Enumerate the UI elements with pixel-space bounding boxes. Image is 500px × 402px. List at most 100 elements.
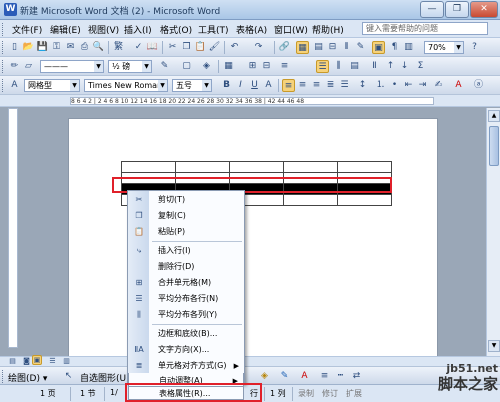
document-map-icon[interactable]: ▣ [372,41,385,54]
reading-mode-icon[interactable]: ▥ [402,41,415,54]
menu-view[interactable]: 视图(V) [88,23,119,36]
text-direction-icon[interactable]: Ⅱ [368,60,381,73]
increase-indent-icon[interactable]: ⇥ [416,79,429,92]
table-autoformat-icon[interactable]: ▤ [348,60,361,73]
help-question-input[interactable]: 键入需要帮助的问题 [362,22,488,35]
line-weight-combo[interactable]: ½ 磅 ▼ [108,60,152,73]
align-right-icon[interactable]: ≡ [310,79,323,92]
menu-item-borders-shading[interactable]: 边框和底纹(B)... [128,326,244,342]
enclosed-char-icon[interactable]: ⓐ [472,79,485,92]
style-combo[interactable]: 网格型 ▼ [24,79,80,92]
line-style-combo[interactable]: ——— ▼ [40,60,104,73]
arrow-style-icon[interactable]: ⇄ [350,370,363,383]
decrease-indent-icon[interactable]: ⇤ [402,79,415,92]
close-button[interactable]: ✕ [470,1,498,18]
table-cell[interactable] [337,161,392,173]
table-cell[interactable] [121,161,176,173]
redo-icon[interactable]: ↷ [252,41,265,54]
align-left-icon[interactable]: ≡ [282,79,295,92]
shading-color-icon[interactable]: ◈ [200,60,213,73]
char-border-icon[interactable]: A [262,79,275,92]
table-cell[interactable] [283,161,338,173]
menu-file[interactable]: 文件(F) [12,23,42,36]
numbering-icon[interactable]: ⒈ [374,79,387,92]
menu-insert[interactable]: 插入(I) [124,23,152,36]
italic-icon[interactable]: I [234,79,247,92]
split-cells-icon[interactable]: ⊟ [260,60,273,73]
hyperlink-icon[interactable]: 🔗 [278,41,291,54]
menu-item-cut[interactable]: ✂ 剪切(T) [128,192,244,208]
format-painter-icon[interactable]: 🖌 [208,41,221,54]
vertical-scrollbar[interactable]: ▲ ▼ [486,108,500,356]
research-icon[interactable]: 📖 [146,41,159,54]
status-track[interactable]: 修订 [322,388,338,399]
scroll-up-icon[interactable]: ▲ [488,110,500,122]
zoom-combo[interactable]: 70% ▼ [424,41,464,54]
insert-table-icon[interactable]: ▤ [312,41,325,54]
table-cell[interactable] [283,194,338,206]
columns-icon[interactable]: ⫴ [340,41,353,54]
font-combo[interactable]: Times New Roman ▼ [84,79,168,92]
tables-borders-icon[interactable]: ▦ [296,41,309,54]
menu-item-cell-alignment[interactable]: ≣ 单元格对齐方式(G) ▶ [128,358,244,374]
sort-descending-icon[interactable]: ↓ [398,60,411,73]
scroll-thumb[interactable] [489,126,499,166]
menu-item-copy[interactable]: ❐ 复制(C) [128,208,244,224]
document-page[interactable] [68,118,438,363]
new-document-icon[interactable]: ▯ [8,41,21,54]
minimize-button[interactable]: — [420,1,444,18]
menu-item-distribute-columns[interactable]: ⫼ 平均分布各列(Y) [128,307,244,323]
permission-icon[interactable]: ⚿ [50,41,63,54]
show-hide-icon[interactable]: ¶ [388,41,401,54]
distribute-columns-icon[interactable]: ⫼ [332,60,345,73]
font-color-icon[interactable]: A [298,370,311,383]
print-preview-icon[interactable]: 🔍 [92,41,105,54]
border-color-icon[interactable]: ✎ [158,60,171,73]
cut-icon[interactable]: ✂ [166,41,179,54]
underline-icon[interactable]: U [248,79,261,92]
menu-format[interactable]: 格式(O) [160,23,192,36]
eraser-icon[interactable]: ▱ [22,60,35,73]
font-size-combo[interactable]: 五号 ▼ [172,79,212,92]
table-row[interactable] [121,161,392,173]
line-color-icon[interactable]: ✎ [278,370,291,383]
maximize-button[interactable]: ❐ [445,1,469,18]
merge-cells-icon[interactable]: ⊞ [246,60,259,73]
print-layout-view-icon[interactable]: ▣ [32,355,42,365]
table-cell[interactable] [229,161,284,173]
styles-icon[interactable]: A [8,79,21,92]
align-center-icon[interactable]: ≡ [296,79,309,92]
menu-edit[interactable]: 编辑(E) [50,23,81,36]
email-icon[interactable]: ✉ [64,41,77,54]
open-folder-icon[interactable]: 📂 [22,41,35,54]
save-icon[interactable]: 💾 [36,41,49,54]
menu-table[interactable]: 表格(A) [236,23,267,36]
undo-icon[interactable]: ↶ [228,41,241,54]
menu-item-insert-row[interactable]: ⤷ 插入行(I) [128,243,244,259]
draw-menu-button[interactable]: 绘图(D) ▾ [8,371,47,384]
sort-ascending-icon[interactable]: ↑ [384,60,397,73]
autosum-icon[interactable]: Σ [414,60,427,73]
copy-icon[interactable]: ❐ [180,41,193,54]
paste-icon[interactable]: 📋 [194,41,207,54]
traditional-chinese-icon[interactable]: 繁 [112,41,125,54]
menu-item-distribute-rows[interactable]: ☰ 平均分布各行(N) [128,291,244,307]
menu-item-merge-cells[interactable]: ⊞ 合并单元格(M) [128,275,244,291]
drawing-icon[interactable]: ✎ [354,41,367,54]
distributed-icon[interactable]: ☰ [338,79,351,92]
menu-window[interactable]: 窗口(W) [274,23,308,36]
line-style-icon[interactable]: ≡ [318,370,331,383]
align-icon[interactable]: ≡ [278,60,291,73]
status-extend[interactable]: 扩展 [346,388,362,399]
insert-table-icon[interactable]: ▦ [222,60,235,73]
help-icon[interactable]: ? [468,41,481,54]
line-spacing-icon[interactable]: ↕ [356,79,369,92]
ruler-scale[interactable]: 8 6 4 2 | 2 4 6 8 10 12 14 16 18 20 22 2… [70,97,434,105]
dash-style-icon[interactable]: ┅ [334,370,347,383]
select-objects-icon[interactable]: ↖ [62,370,75,383]
fill-color-icon[interactable]: ◈ [258,370,271,383]
scroll-down-icon[interactable]: ▼ [488,340,500,352]
draw-table-icon[interactable]: ✏ [8,60,21,73]
menu-item-paste[interactable]: 📋 粘贴(P) [128,224,244,240]
menu-item-delete-row[interactable]: 删除行(D) [128,259,244,275]
